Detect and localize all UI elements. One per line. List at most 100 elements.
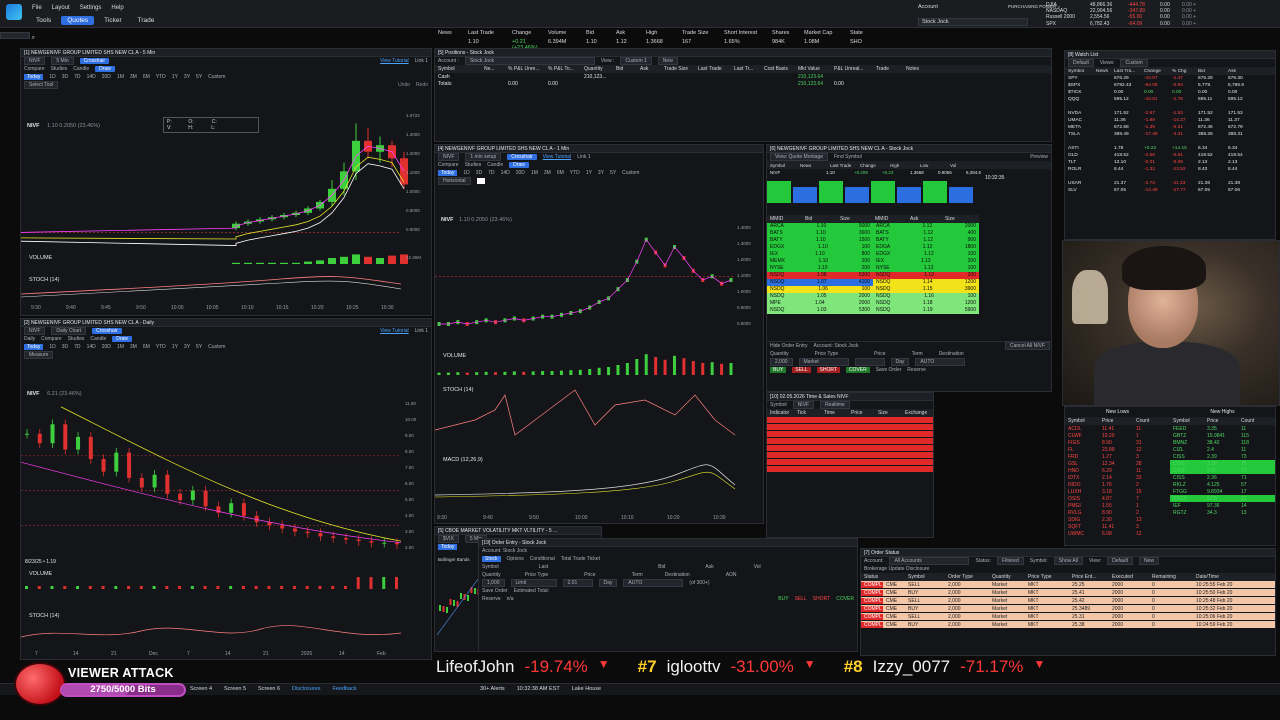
range-button[interactable]: 1Y — [172, 344, 178, 350]
ask-row[interactable]: EDGX 1.12 100 — [873, 251, 979, 258]
menu-file[interactable]: File — [32, 5, 42, 11]
watchlist-row[interactable] — [1065, 103, 1275, 110]
hilo-row[interactable]: ACDL 11.41 11 — [1065, 425, 1170, 432]
os-column-header[interactable]: Status — [861, 574, 905, 580]
symbol-search[interactable]: ⌕ — [0, 32, 60, 41]
hilo-row[interactable]: FRD 1.27 3 — [1065, 453, 1170, 460]
positions-column-header[interactable]: Trade — [873, 66, 903, 72]
watchlist-column-header[interactable]: News — [1093, 69, 1111, 74]
compare-button[interactable]: Compare — [24, 66, 45, 72]
ask-row[interactable]: EDGA 1.12 1800 — [873, 244, 979, 251]
bid-row[interactable]: IEX 1.10 800 — [767, 251, 873, 258]
hilo-row[interactable]: FEED 3.35 11 — [1170, 425, 1275, 432]
range-button[interactable]: 3D — [62, 344, 68, 350]
os-column-header[interactable]: Price Type — [1025, 574, 1069, 580]
range-button[interactable]: 3D — [476, 170, 482, 176]
range-button[interactable]: 14D — [501, 170, 510, 176]
chart-daily-canvas[interactable]: 8/23/25 • 1.19 VOLUME STOCH (14) 11.00 10.00… — [21, 379, 432, 660]
ask-row[interactable]: NSDQ 1.19 5900 — [873, 307, 979, 314]
candle-button[interactable]: Candle — [73, 66, 89, 72]
bid-row[interactable]: MPE 1.04 2000 — [767, 300, 873, 307]
range-button[interactable]: 3M — [130, 344, 137, 350]
ask-row[interactable]: IEX 1.12 200 — [873, 258, 979, 265]
screen-tab-4[interactable]: Screen 4 — [190, 686, 212, 692]
hilo-row[interactable]: IDTX 2.14 33 — [1065, 474, 1170, 481]
studies-button[interactable]: Studies — [51, 66, 68, 72]
chart-1min-symbol[interactable]: NIVF — [438, 153, 460, 161]
link-selector-1min[interactable]: Link 1 — [577, 154, 590, 160]
bid-row[interactable]: NSDQ 1.03 5300 — [767, 307, 873, 314]
positions-new-button[interactable]: New — [657, 57, 678, 65]
bid-row[interactable]: BATY 1.10 1500 — [767, 237, 873, 244]
reserve[interactable]: Reserve — [907, 367, 926, 373]
range-button[interactable]: 6M — [557, 170, 564, 176]
destination-select[interactable]: AUTO — [915, 358, 966, 366]
order-entry-tab[interactable]: Stock — [482, 556, 501, 562]
cover-button[interactable]: COVER — [845, 367, 870, 373]
color-swatch[interactable] — [476, 178, 485, 184]
hilo-row[interactable]: CISS 2.38 75 — [1170, 460, 1275, 467]
hilo-row[interactable]: PMGI 1.55 1 — [1065, 502, 1170, 509]
hilo-row[interactable]: GBTZ 15.9841 115 — [1170, 432, 1275, 439]
os-view[interactable]: Default — [1107, 557, 1133, 565]
vix-canvas[interactable] — [435, 565, 483, 652]
bid-row[interactable]: NSDQ 1.07 4100 — [767, 279, 873, 286]
range-button[interactable]: 1D — [49, 344, 55, 350]
range-button[interactable]: 1Y — [586, 170, 592, 176]
view-tutorial-link[interactable]: View Tutorial — [380, 58, 409, 64]
compare-button-daily[interactable]: Compare — [41, 336, 62, 342]
view-tutorial-link-daily[interactable]: View Tutorial — [380, 328, 409, 334]
positions-view[interactable]: Custom 1 — [620, 57, 652, 65]
range-button[interactable]: 7D — [74, 344, 80, 350]
studies-button-daily[interactable]: Studies — [68, 336, 85, 342]
bid-row[interactable]: NSDQ 1.06 100 — [767, 286, 873, 293]
oe-price-type[interactable]: Limit — [510, 579, 557, 587]
range-button[interactable]: 7D — [74, 74, 80, 80]
watchlist-row[interactable]: NVDA 171.52 -2.67 -1.53 171.52 171.53 — [1065, 110, 1275, 117]
watchlist-column-header[interactable]: Change — [1141, 69, 1169, 74]
watchlist-row[interactable]: TSLA 388.49 -17.48 -4.31 388.28 388.31 — [1065, 131, 1275, 138]
menu-settings[interactable]: Settings — [80, 5, 102, 11]
watchlist-row[interactable]: SLV 67.05 -14.49 -17.77 67.05 67.06 — [1065, 187, 1275, 194]
link-selector-daily[interactable]: Link 1 — [415, 328, 428, 334]
tns-mode[interactable]: Realtime — [820, 401, 850, 409]
range-button[interactable]: 20D — [102, 344, 111, 350]
watchlist-row[interactable]: ASTI 1.78 +0.22 +14.15 6.34 6.34 — [1065, 145, 1275, 152]
positions-column-header[interactable]: P&L Unreal... — [831, 66, 873, 72]
chart-1min-canvas[interactable]: VOLUME STOCH (14) MACD (12,26,9) 1.4000 1.30… — [435, 205, 764, 524]
range-button[interactable]: 3Y — [184, 74, 190, 80]
ask-row[interactable]: NSDQ 1.15 3900 — [873, 286, 979, 293]
oe-price-input[interactable]: 2.01 — [562, 579, 593, 587]
draw-button-daily[interactable]: Draw — [112, 336, 132, 342]
positions-account[interactable]: Stock Jock — [464, 57, 595, 65]
hilo-row[interactable]: CISS 2.39 73 — [1170, 453, 1275, 460]
chart-1min-setup[interactable]: 1 min setup — [465, 153, 502, 161]
candle-button-1min[interactable]: Candle — [487, 162, 503, 168]
os-account[interactable]: All Accounts — [889, 557, 970, 565]
range-button[interactable]: 1D — [463, 170, 469, 176]
oe-short-button[interactable]: SHORT — [813, 596, 830, 602]
compare-button-1min[interactable]: Compare — [438, 162, 459, 168]
watchlist-view[interactable]: Custom — [1120, 59, 1148, 67]
hilo-row[interactable]: UWMC 6.08 12 — [1065, 530, 1170, 537]
short-button[interactable]: SHORT — [816, 367, 840, 373]
range-button[interactable]: Today — [24, 74, 44, 80]
range-button[interactable]: 20D — [102, 74, 111, 80]
range-button[interactable]: Custom — [208, 74, 225, 80]
watchlist-row[interactable] — [1065, 173, 1275, 180]
range-button[interactable]: 1D — [49, 74, 55, 80]
watchlist-column-header[interactable]: Symbol — [1065, 69, 1093, 74]
vix-today[interactable]: Today — [438, 544, 458, 550]
oe-account[interactable]: Account: Stock Jock — [482, 548, 527, 554]
watchlist-row[interactable]: $SPX 6782.43 -64.09 -0.94 5,779. 6,786.6 — [1065, 82, 1275, 89]
ask-row[interactable]: ARCA 1.12 2000 — [873, 223, 979, 230]
chart-5min-symbol[interactable]: NIVF — [24, 57, 46, 65]
order-status-row[interactable]: COMPL CME SELL 2,000 Market MKT 25.25 2000 0 10:2… — [861, 581, 1275, 588]
range-button[interactable]: YTD — [156, 74, 166, 80]
positions-column-header[interactable]: Ne... — [481, 66, 505, 72]
watchlist-row[interactable]: USAR 21.37 -2.73 -11.33 21.36 21.38 — [1065, 180, 1275, 187]
view-tutorial-link-1min[interactable]: View Tutorial — [543, 154, 572, 160]
hilo-row[interactable]: BMNZ 38.42 118 — [1170, 439, 1275, 446]
order-status-row[interactable]: COMPL CME SELL 2,000 Market MKT 25.31 2000 0 10:2… — [861, 613, 1275, 620]
screen-tab-6[interactable]: Screen 6 — [258, 686, 280, 692]
